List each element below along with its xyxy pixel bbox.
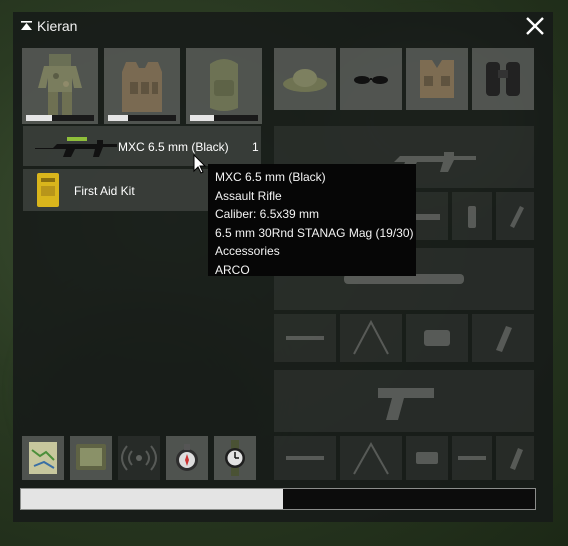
uniform-load-bar [26,115,94,121]
muzzle-silhouette-icon [286,336,324,340]
radio-signal-icon [121,445,157,471]
collapse-icon[interactable] [21,21,32,30]
optic-silhouette-icon [416,452,438,464]
muzzle-silhouette-icon [286,456,324,460]
cargo-item-label: First Aid Kit [74,184,135,198]
compass-slot[interactable] [166,436,208,480]
secondary-attachment-optic[interactable] [406,314,468,362]
watch-icon [225,440,245,476]
radio-slot[interactable] [118,436,160,480]
handgun-attachment-bipod[interactable] [340,436,402,480]
magazine-silhouette-icon [496,326,512,352]
backpack-slot[interactable] [186,48,262,124]
cargo-item-label: MXC 6.5 mm (Black) [118,140,229,154]
vest-icon [122,62,162,112]
first-aid-kit-icon [37,173,59,207]
compass-icon [176,444,198,471]
close-icon[interactable] [523,14,547,38]
uniform-slot[interactable] [22,48,98,124]
backpack-load-bar [190,115,258,121]
magazine-silhouette-icon [468,206,476,228]
binocular-slot[interactable] [472,48,534,110]
bipod-silhouette-icon [510,206,524,228]
secondary-attachment-bipod[interactable] [340,314,402,362]
primary-attachment-magazine[interactable] [452,192,492,240]
magazine-silhouette-icon [510,448,523,470]
tooltip-accessory: ARCO [215,262,250,277]
total-load-fill [21,489,284,509]
backpack-icon [210,59,238,111]
tooltip-magazine: 6.5 mm 30Rnd STANAG Mag (19/30) [215,225,414,240]
map-slot[interactable] [22,436,64,480]
tooltip-caliber: Caliber: 6.5x39 mm [215,207,320,221]
vest-load-bar [108,115,176,121]
secondary-attachment-rail[interactable] [472,314,534,362]
bipod-silhouette-icon [353,441,389,475]
map-icon [29,442,57,474]
total-load-bar [20,488,536,510]
pistol-silhouette-icon [378,388,434,420]
handgun-attachment-muzzle[interactable] [274,436,336,480]
cargo-item-count: 1 [252,140,259,154]
headgear-slot[interactable] [274,48,336,110]
rail-silhouette-icon [458,456,486,460]
handgun-attachment-optic[interactable] [406,436,448,480]
sunglasses-icon [354,76,388,84]
handgun-attachment-magazine[interactable] [496,436,534,480]
boonie-hat-icon [283,69,327,92]
gps-icon [76,444,106,470]
secondary-attachment-muzzle[interactable] [274,314,336,362]
title-bar: Kieran [13,12,553,40]
optic-silhouette-icon [424,330,450,346]
chest-rig-icon [420,60,454,98]
rifle-icon [35,137,117,157]
vest-slot[interactable] [104,48,180,124]
window-title: Kieran [37,18,78,34]
gps-slot[interactable] [70,436,112,480]
hmd-slot[interactable] [406,48,468,110]
bipod-silhouette-icon [353,319,389,355]
handgun-slot[interactable] [274,370,534,432]
primary-attachment-bipod[interactable] [496,192,534,240]
tooltip-item-name: MXC 6.5 mm (Black) [215,170,326,184]
backpack-load-fill [190,115,214,121]
cargo-item-rifle[interactable]: MXC 6.5 mm (Black) 1 [23,126,261,166]
mouse-cursor-icon [193,154,207,174]
tooltip-item-type: Assault Rifle [215,188,282,203]
inventory-window: Kieran MXC 6.5 mm (Black) 1 First Aid Ki… [13,12,553,522]
goggles-slot[interactable] [340,48,402,110]
handgun-attachment-rail[interactable] [452,436,492,480]
item-tooltip: MXC 6.5 mm (Black) Assault Rifle Caliber… [208,164,416,277]
binoculars-icon [486,62,520,96]
vest-load-fill [108,115,129,121]
uniform-icon [38,54,82,116]
uniform-load-fill [26,115,52,121]
watch-slot[interactable] [214,436,256,480]
tooltip-accessories-label: Accessories [215,244,280,258]
